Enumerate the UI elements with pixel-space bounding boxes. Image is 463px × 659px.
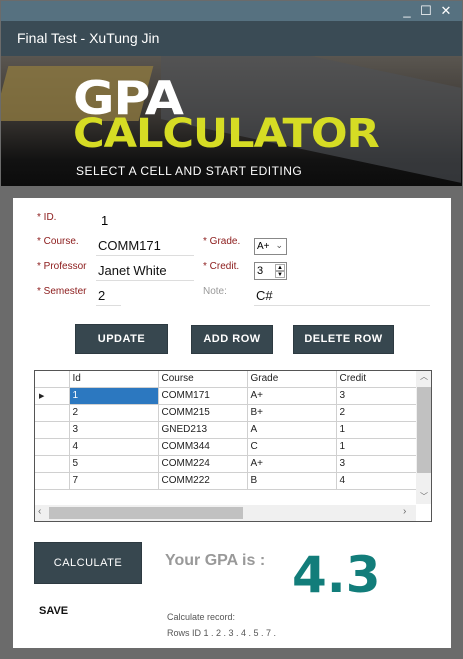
banner-subtitle: SELECT A CELL AND START EDITING: [76, 164, 303, 178]
add-row-button[interactable]: ADD ROW: [191, 325, 273, 354]
horizontal-scrollbar[interactable]: ‹ ›: [35, 505, 416, 521]
cell-credit[interactable]: 4: [335, 471, 417, 490]
note-label: Note:: [203, 286, 227, 297]
chevron-down-icon: ⌄: [275, 240, 283, 250]
professor-input[interactable]: Janet White: [96, 263, 194, 281]
cell-course[interactable]: COMM344: [157, 437, 248, 456]
horizontal-scroll-thumb[interactable]: [49, 507, 243, 519]
cell-course[interactable]: COMM222: [157, 471, 248, 490]
app-header: Final Test - XuTung Jin: [1, 21, 462, 56]
grade-label: * Grade.: [203, 236, 241, 247]
main-panel: * ID. 1 * Course. COMM171 * Professor Ja…: [13, 198, 451, 648]
course-label: * Course.: [37, 236, 79, 247]
id-label: * ID.: [37, 212, 57, 223]
cell-grade[interactable]: A+: [246, 454, 337, 473]
close-button[interactable]: ✕: [438, 3, 454, 19]
maximize-button[interactable]: ☐: [418, 3, 434, 19]
cell-course[interactable]: COMM224: [157, 454, 248, 473]
cell-course[interactable]: COMM171: [157, 386, 248, 405]
cell-grade[interactable]: C: [246, 437, 337, 456]
calculate-button[interactable]: CALCULATE: [34, 542, 142, 584]
banner-image: GPA CALCULATOR SELECT A CELL AND START E…: [1, 56, 462, 186]
scroll-down-icon[interactable]: ﹀: [420, 491, 428, 502]
credit-stepper[interactable]: 3 ▲ ▼: [254, 262, 287, 280]
credit-value: 3: [257, 265, 264, 277]
minimize-button[interactable]: _: [399, 3, 415, 18]
professor-label: * Professor: [37, 261, 87, 272]
grade-select[interactable]: A+ ⌄: [254, 238, 287, 255]
banner-title-calculator: CALCULATOR: [73, 111, 380, 157]
scroll-right-icon[interactable]: ›: [403, 506, 406, 517]
stepper-up-icon[interactable]: ▲: [275, 264, 285, 271]
delete-row-button[interactable]: DELETE ROW: [293, 325, 394, 354]
row-header[interactable]: ▶: [35, 386, 70, 405]
cell-grade[interactable]: B+: [246, 403, 337, 422]
scroll-up-icon[interactable]: ︿: [420, 371, 428, 382]
table-row[interactable]: 2 COMM215 B+ 2: [35, 403, 417, 422]
grade-value: A+: [257, 241, 270, 252]
cell-credit[interactable]: 3: [335, 454, 417, 473]
cell-course[interactable]: GNED213: [157, 420, 248, 439]
row-header[interactable]: [35, 403, 70, 422]
calculate-record-label: Calculate record:: [167, 612, 236, 622]
table-row[interactable]: 7 COMM222 B 4: [35, 471, 417, 490]
course-input[interactable]: COMM171: [96, 238, 194, 256]
row-header[interactable]: [35, 471, 70, 490]
column-header-credit[interactable]: Credit: [335, 371, 417, 388]
cell-course[interactable]: COMM215: [157, 403, 248, 422]
calculate-record-rows: Rows ID 1 . 2 . 3 . 4 . 5 . 7 .: [167, 628, 277, 638]
cell-id[interactable]: 3: [68, 420, 159, 439]
column-header-id[interactable]: Id: [68, 371, 159, 388]
save-button[interactable]: SAVE: [39, 605, 68, 617]
id-value: 1: [101, 213, 109, 228]
note-input[interactable]: C#: [254, 288, 430, 306]
table-row[interactable]: 4 COMM344 C 1: [35, 437, 417, 456]
table-row[interactable]: 5 COMM224 A+ 3: [35, 454, 417, 473]
app-title: Final Test - XuTung Jin: [17, 30, 160, 46]
cell-grade[interactable]: A: [246, 420, 337, 439]
semester-input[interactable]: 2: [96, 288, 121, 306]
row-header[interactable]: [35, 454, 70, 473]
row-header[interactable]: [35, 437, 70, 456]
grid-table: Id Course Grade Credit ▶ 1 COMM171 A+ 3 2 COMM…: [35, 371, 417, 490]
column-header-grade[interactable]: Grade: [246, 371, 337, 388]
cell-id[interactable]: 5: [68, 454, 159, 473]
stepper-down-icon[interactable]: ▼: [275, 271, 285, 278]
window-titlebar[interactable]: _ ☐ ✕: [1, 1, 462, 21]
header-row: Id Course Grade Credit: [35, 371, 417, 388]
credit-label: * Credit.: [203, 261, 240, 272]
table-row[interactable]: ▶ 1 COMM171 A+ 3: [35, 386, 417, 405]
gpa-label: Your GPA is :: [165, 552, 266, 569]
cell-id[interactable]: 2: [68, 403, 159, 422]
cell-grade[interactable]: B: [246, 471, 337, 490]
cell-credit[interactable]: 1: [335, 420, 417, 439]
scroll-left-icon[interactable]: ‹: [38, 506, 41, 517]
vertical-scroll-thumb[interactable]: [417, 387, 431, 473]
cell-credit[interactable]: 3: [335, 386, 417, 405]
update-button[interactable]: UPDATE: [75, 324, 168, 354]
cell-id[interactable]: 4: [68, 437, 159, 456]
vertical-scrollbar[interactable]: ︿ ﹀: [416, 371, 431, 504]
row-header-corner: [35, 371, 70, 388]
table-row[interactable]: 3 GNED213 A 1: [35, 420, 417, 439]
cell-credit[interactable]: 1: [335, 437, 417, 456]
row-header[interactable]: [35, 420, 70, 439]
cell-id[interactable]: 1: [68, 386, 159, 405]
data-grid[interactable]: Id Course Grade Credit ▶ 1 COMM171 A+ 3 2 COMM…: [34, 370, 432, 522]
gpa-value: 4.3: [292, 546, 381, 604]
cell-grade[interactable]: A+: [246, 386, 337, 405]
cell-id[interactable]: 7: [68, 471, 159, 490]
cell-credit[interactable]: 2: [335, 403, 417, 422]
semester-label: * Semester: [37, 286, 87, 297]
column-header-course[interactable]: Course: [157, 371, 248, 388]
